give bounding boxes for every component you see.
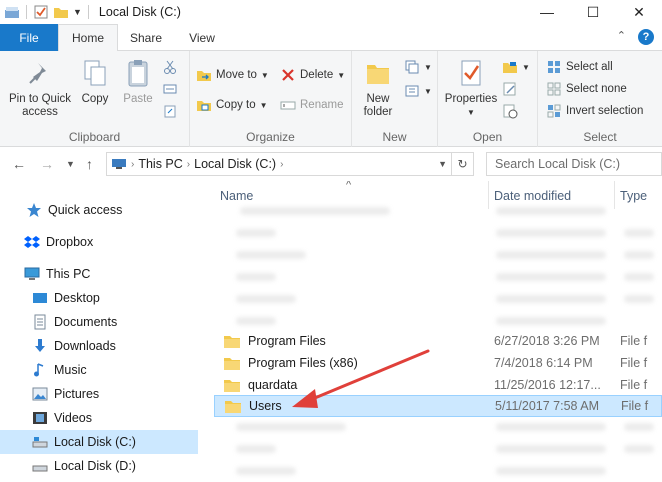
annotation-arrow-icon — [292, 349, 430, 408]
